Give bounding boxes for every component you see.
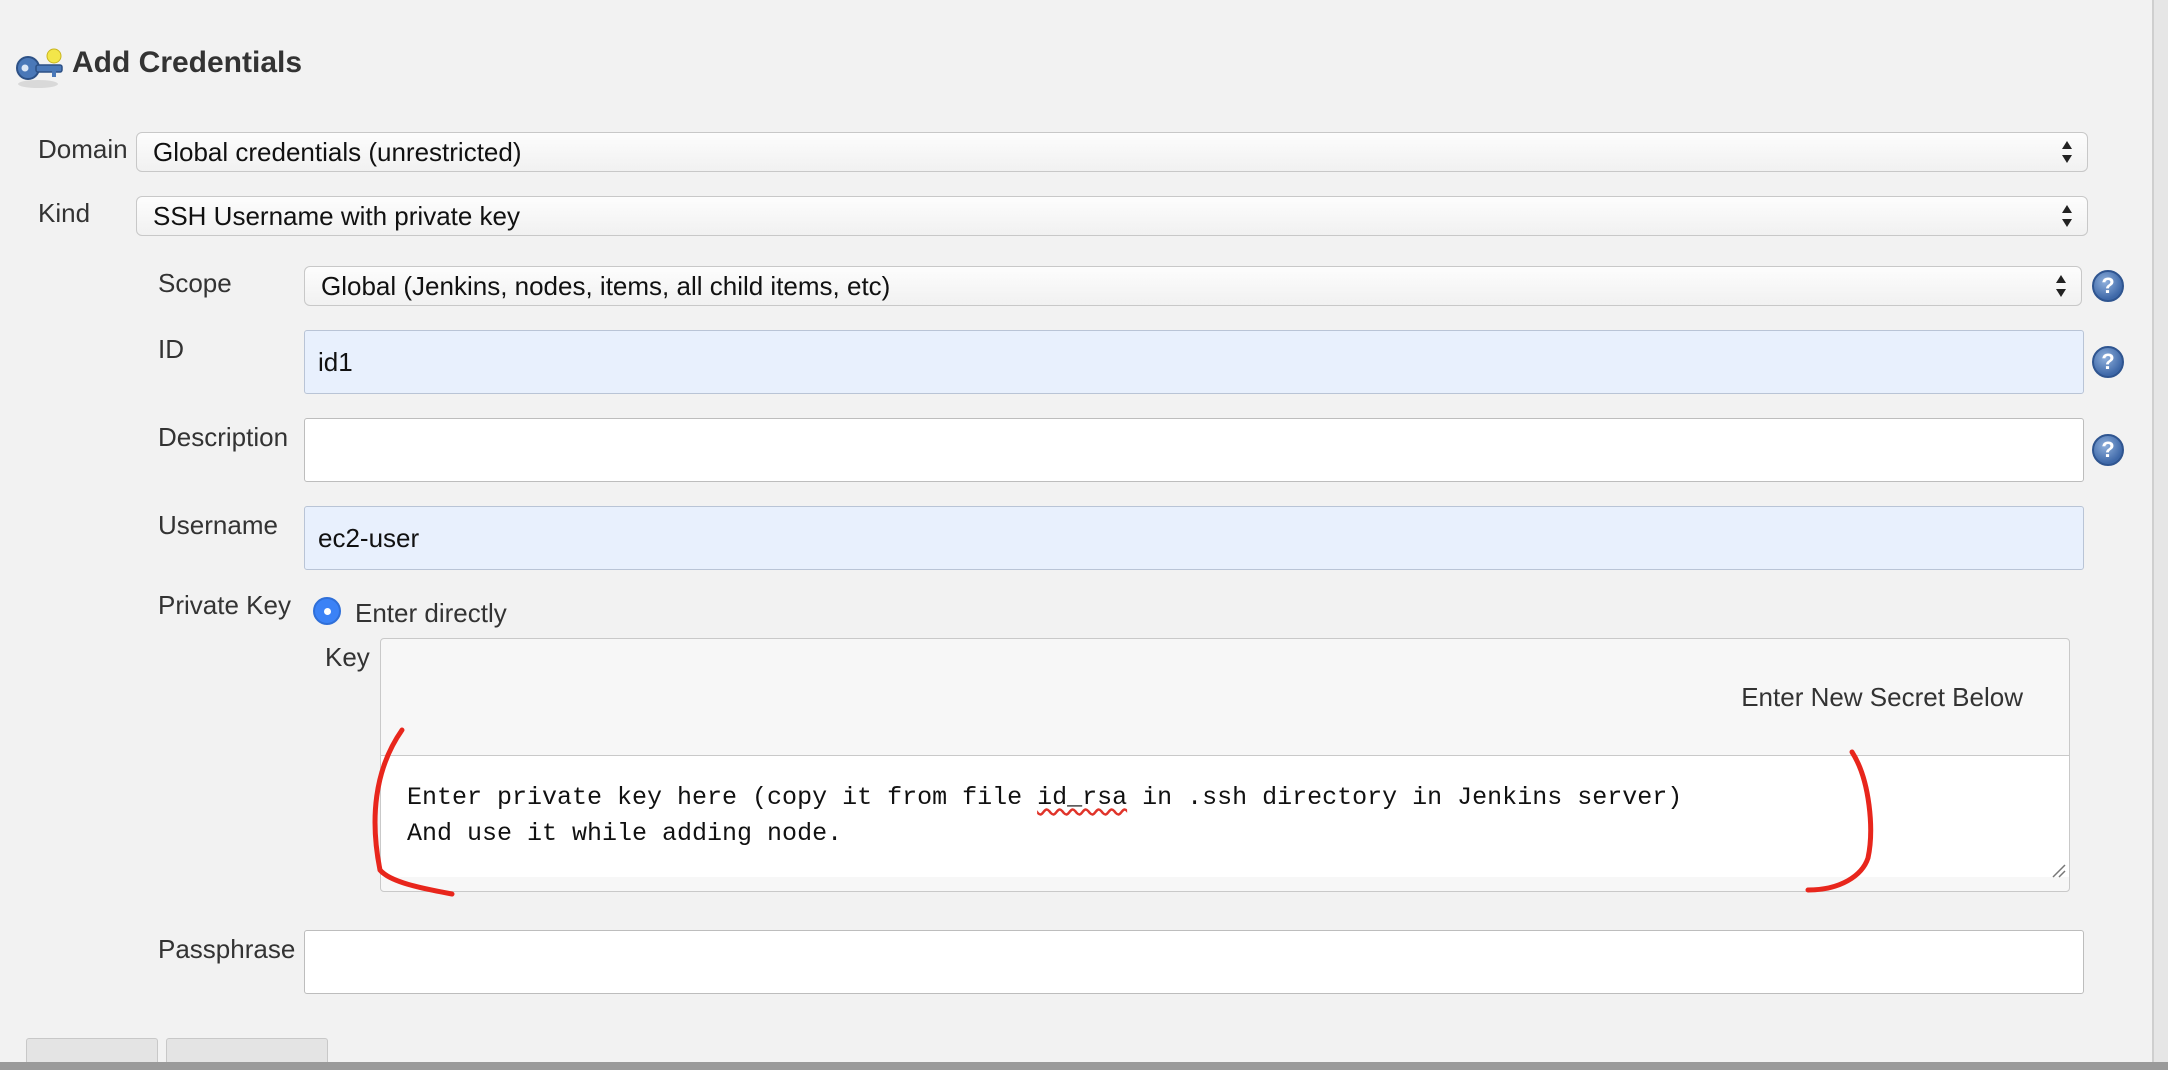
annotation-right-bracket: [1805, 749, 1874, 893]
username-label: Username: [158, 510, 278, 540]
secret-notice: Enter New Secret Below: [1741, 682, 2023, 712]
key-icon: [16, 48, 63, 88]
select-arrows-icon: [2062, 205, 2072, 227]
select-arrows-icon: [2056, 275, 2066, 297]
description-input[interactable]: [304, 418, 2084, 482]
window-bottom-edge: [0, 1062, 2168, 1070]
passphrase-input[interactable]: [304, 930, 2084, 994]
scope-value: Global (Jenkins, nodes, items, all child…: [321, 270, 891, 301]
key-text-line1-suffix: in .ssh directory in Jenkins server): [1127, 783, 1683, 812]
add-button[interactable]: [26, 1038, 158, 1064]
kind-select[interactable]: SSH Username with private key: [136, 196, 2088, 236]
key-text-line1-prefix: Enter private key here (copy it from fil…: [407, 783, 1038, 812]
enter-directly-label[interactable]: Enter directly: [355, 598, 507, 629]
dialog-title: Add Credentials: [72, 46, 303, 79]
id-help-icon[interactable]: ?: [2092, 346, 2124, 378]
scope-label: Scope: [158, 268, 232, 298]
domain-label: Domain: [38, 134, 128, 164]
enter-directly-radio[interactable]: [313, 597, 341, 625]
scope-help-icon[interactable]: ?: [2092, 270, 2124, 302]
id-input[interactable]: id1: [304, 330, 2084, 394]
domain-value: Global credentials (unrestricted): [153, 136, 522, 167]
scope-select[interactable]: Global (Jenkins, nodes, items, all child…: [304, 266, 2082, 306]
key-label: Key: [325, 642, 370, 672]
kind-label: Kind: [38, 198, 91, 228]
kind-value: SSH Username with private key: [153, 200, 521, 231]
window-edge: [2152, 0, 2168, 1070]
resize-handle-icon[interactable]: [2049, 861, 2067, 879]
description-label: Description: [158, 422, 289, 452]
annotation-left-bracket: [372, 727, 455, 897]
passphrase-label: Passphrase: [158, 934, 296, 964]
domain-select[interactable]: Global credentials (unrestricted): [136, 132, 2088, 172]
username-input[interactable]: ec2-user: [304, 506, 2084, 570]
select-arrows-icon: [2062, 141, 2072, 163]
cancel-button[interactable]: [166, 1038, 328, 1064]
key-text-misspelled-word: id_rsa: [1037, 783, 1128, 812]
description-help-icon[interactable]: ?: [2092, 434, 2124, 466]
id-label: ID: [158, 334, 184, 364]
private-key-label: Private Key: [158, 590, 291, 620]
